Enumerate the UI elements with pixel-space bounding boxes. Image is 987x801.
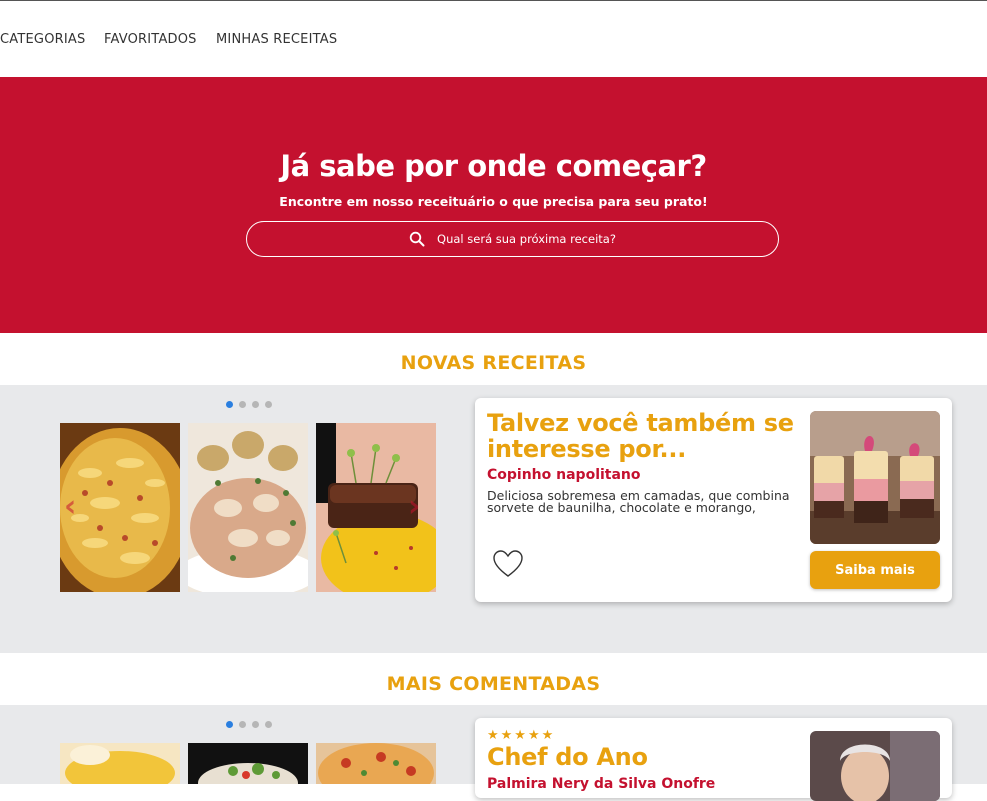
hero-banner: Já sabe por onde começar? Encontre em no… <box>0 77 987 333</box>
search-icon <box>409 231 425 247</box>
chef-name[interactable]: Palmira Nery da Silva Onofre <box>487 776 715 792</box>
carousel-dot[interactable] <box>239 721 246 728</box>
section-title-mais-comentadas: MAIS COMENTADAS <box>386 673 601 695</box>
chef-card: ★★★★★ Chef do Ano Palmira Nery da Silva … <box>475 718 952 801</box>
chef-title: Chef do Ano <box>487 743 648 771</box>
search-input[interactable]: Qual será sua próxima receita? <box>246 221 779 257</box>
carousel-dots-commented <box>226 721 272 728</box>
rating-stars: ★★★★★ <box>487 728 556 743</box>
carousel-dot[interactable] <box>239 401 246 408</box>
search-placeholder: Qual será sua próxima receita? <box>437 232 616 246</box>
carousel-dots-new <box>226 401 272 408</box>
carousel-dot[interactable] <box>265 401 272 408</box>
carousel-next-arrow[interactable]: › <box>408 489 420 524</box>
hero-subtitle: Encontre em nosso receituário o que prec… <box>279 194 708 209</box>
recipe-name[interactable]: Copinho napolitano <box>487 467 641 483</box>
carousel-dot[interactable] <box>252 721 259 728</box>
suggestion-title: Talvez você também se interesse por... <box>487 409 794 463</box>
chicken-stroganoff-photo[interactable] <box>188 423 308 592</box>
chef-photo[interactable] <box>810 731 940 801</box>
section-title-novas-receitas: NOVAS RECEITAS <box>400 352 587 374</box>
carousel-dot[interactable] <box>265 721 272 728</box>
carousel-prev-arrow[interactable]: ‹ <box>64 489 76 524</box>
suggestion-card: Talvez você também se interesse por... C… <box>475 398 952 602</box>
salad-photo[interactable] <box>188 743 308 784</box>
nav-item-minhas-receitas[interactable]: MINHAS RECEITAS <box>216 32 337 47</box>
steak-risotto-photo[interactable]: › <box>316 423 436 592</box>
hero-title: Já sabe por onde começar? <box>280 149 707 183</box>
nav-item-favoritados[interactable]: FAVORITADOS <box>104 32 197 47</box>
carousel-dot[interactable] <box>252 401 259 408</box>
carousel-dot[interactable] <box>226 721 233 728</box>
dessert-photo[interactable] <box>60 743 180 784</box>
carousel-dot[interactable] <box>226 401 233 408</box>
top-nav: CATEGORIAS FAVORITADOS MINHAS RECEITAS <box>0 1 987 77</box>
gratin-photo[interactable]: ‹ <box>60 423 180 592</box>
recipe-description: Deliciosa sobremesa em camadas, que comb… <box>487 488 790 515</box>
heart-icon[interactable] <box>493 550 523 578</box>
pizza-photo[interactable] <box>316 743 436 784</box>
dessert-cups-photo[interactable] <box>810 411 940 544</box>
saiba-mais-button[interactable]: Saiba mais <box>810 551 940 589</box>
nav-item-categorias[interactable]: CATEGORIAS <box>0 32 85 47</box>
